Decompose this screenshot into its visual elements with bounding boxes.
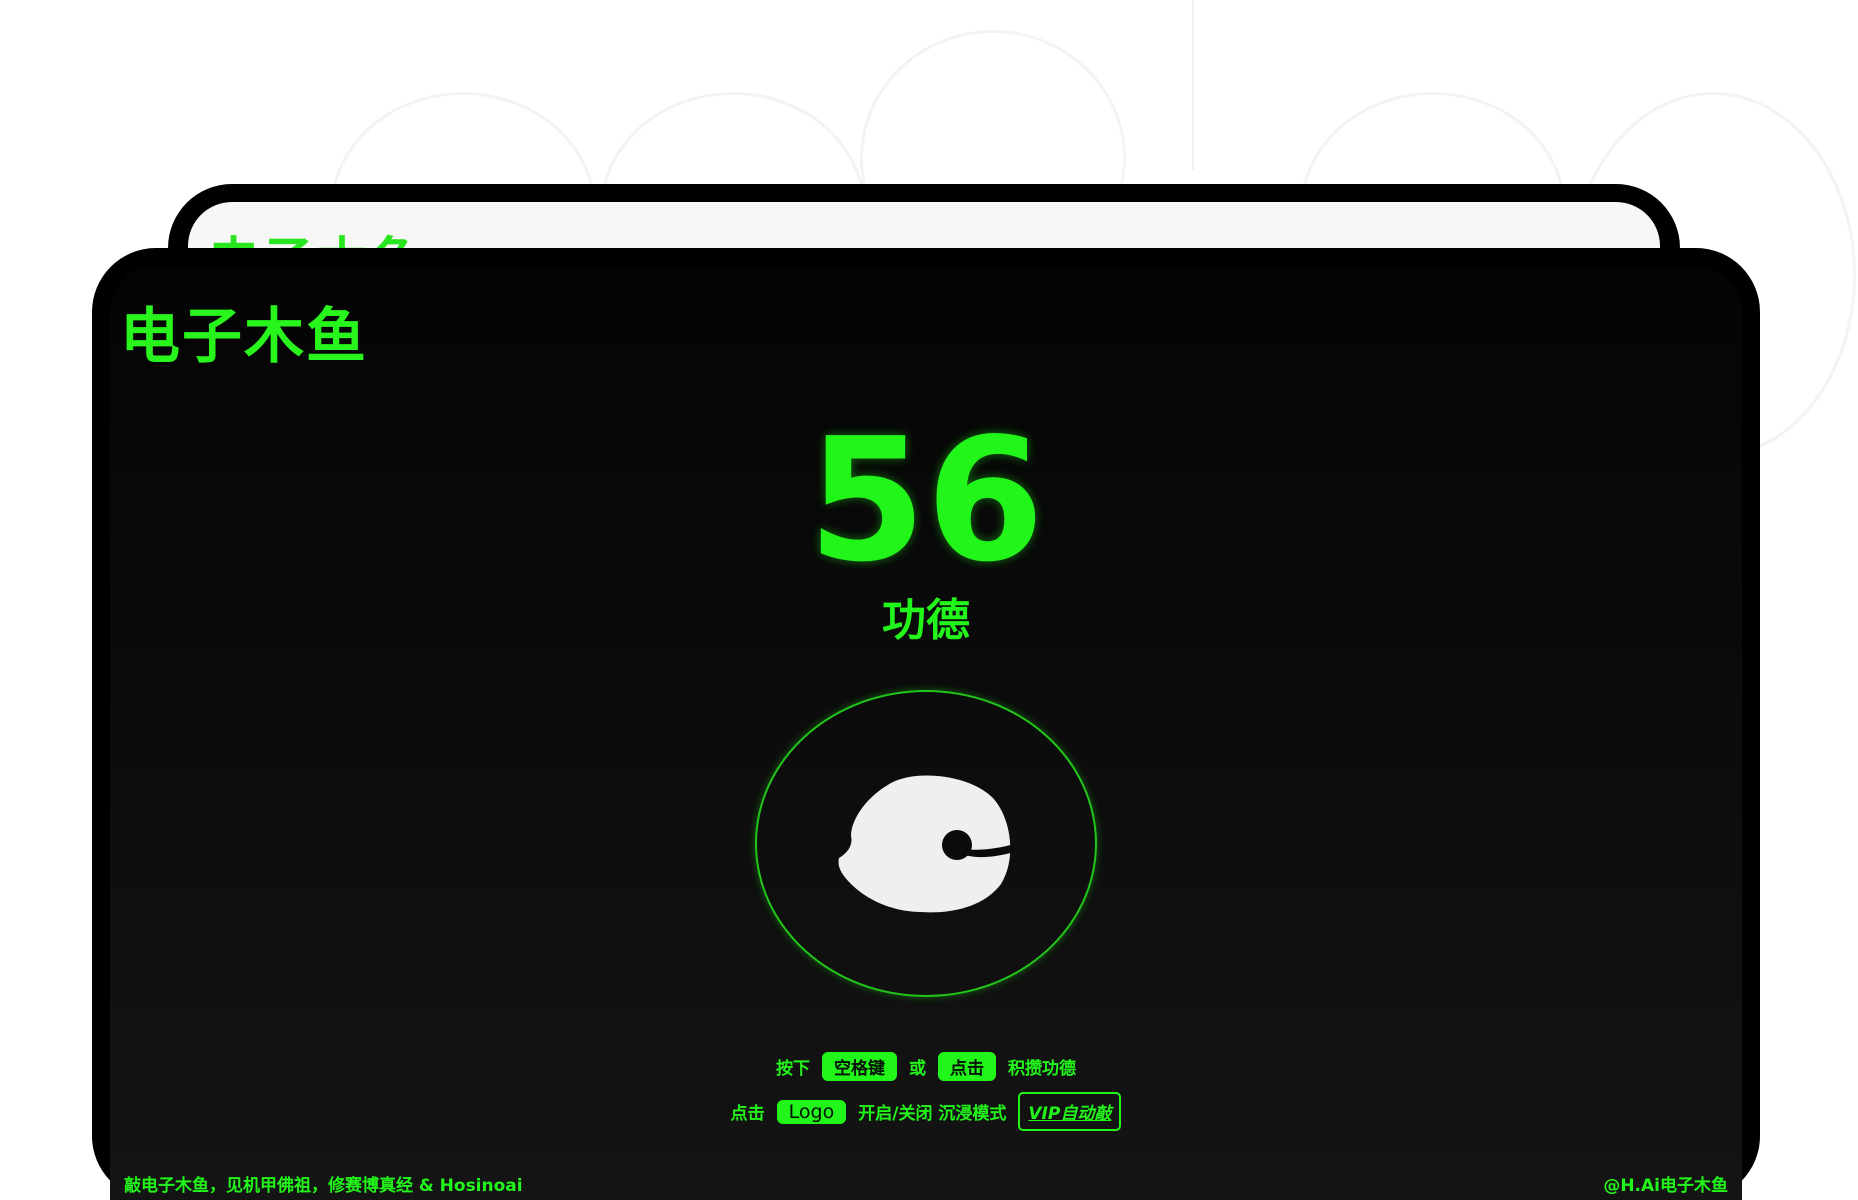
wooden-fish-icon [838,775,1015,913]
logo-key-badge: Logo [776,1099,847,1124]
instruction-row-2: 点击 Logo 开启/关闭 沉浸模式 VIP自动敲 [110,1092,1742,1131]
instruction-press-text: 按下 [776,1059,810,1079]
merit-label: 功德 [882,595,970,646]
instruction-immersive-toggle-text: 开启/关闭 沉浸模式 [858,1104,1007,1124]
footer-credit: @H.Ai电子木鱼 [1603,1176,1728,1196]
footer-slogan: 敲电子木鱼，见机甲佛祖，修赛博真经 & Hosinoai [124,1176,523,1196]
merit-counter: 56 [807,402,1045,600]
instruction-accumulate-text: 积攒功德 [1008,1059,1076,1079]
main-window: 电子木鱼 56 功德 按下 空格键 或 点击 积攒功德 点击 Logo 开启/关… [92,248,1760,1200]
decorative-divider [1192,0,1194,170]
vip-auto-knock-button[interactable]: VIP自动敲 [1018,1092,1122,1131]
click-key-badge: 点击 [938,1052,996,1081]
app-title[interactable]: 电子木鱼 [120,288,368,375]
space-key-badge: 空格键 [822,1052,897,1081]
instruction-row-1: 按下 空格键 或 点击 积攒功德 [110,1052,1742,1081]
main-window-content: 电子木鱼 56 功德 按下 空格键 或 点击 积攒功德 点击 Logo 开启/关… [110,266,1742,1200]
wooden-fish-button[interactable] [755,690,1097,997]
instruction-or-text: 或 [909,1059,926,1079]
instruction-click-text: 点击 [730,1104,765,1124]
